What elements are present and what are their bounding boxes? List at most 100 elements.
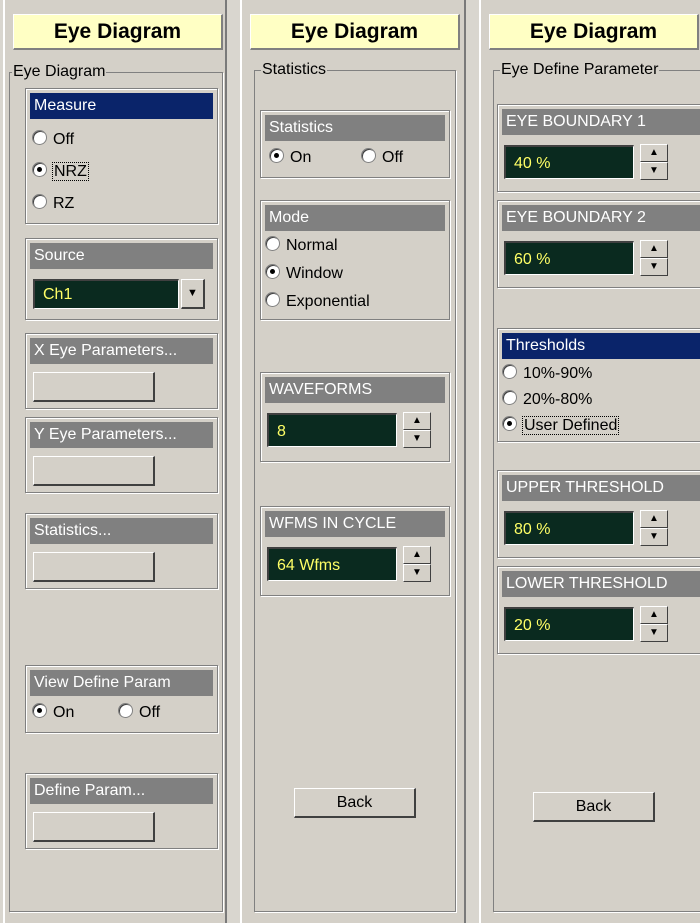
radio-icon [502,390,517,405]
statistics-off-radio[interactable]: Off [361,147,403,169]
radio-icon [361,148,376,163]
spin-up-arrow-icon[interactable]: ▲ [640,510,668,528]
x-eye-parameters-button[interactable] [33,372,155,402]
radio-icon [265,292,280,307]
statistics-nav-header: Statistics... [30,518,213,544]
waveforms-spinner[interactable]: ▲ ▼ [403,412,431,448]
wfms-in-cycle-spinner[interactable]: ▲ ▼ [403,546,431,582]
right-panel: Eye Diagram Eye Define Parameter EYE BOU… [479,0,700,923]
lower-threshold-box: LOWER THRESHOLD 20 % ▲ ▼ [497,566,700,654]
group-legend: Eye Define Parameter [500,61,660,79]
y-eye-parameters-button[interactable] [33,456,155,486]
statistics-box: Statistics On Off [260,110,450,178]
measure-off-radio[interactable]: Off [32,129,74,151]
lower-threshold-input[interactable]: 20 % [504,607,634,641]
define-param-header: Define Param... [30,778,213,804]
spin-down-arrow-icon[interactable]: ▼ [640,258,668,276]
left-panel: Eye Diagram Eye Diagram Measure Off NRZ … [3,0,227,923]
waveforms-input[interactable]: 8 [267,413,397,447]
eye-boundary-1-box: EYE BOUNDARY 1 40 % ▲ ▼ [497,104,700,192]
waveforms-header: WAVEFORMS [265,377,445,403]
eye-boundary-1-spinner[interactable]: ▲ ▼ [640,144,668,180]
group-legend: Eye Diagram [12,63,107,81]
radio-label: Off [53,131,75,148]
back-button[interactable]: Back [533,792,655,822]
lower-threshold-header: LOWER THRESHOLD [502,571,700,597]
threshold-10-90-radio[interactable]: 10%-90% [502,363,592,385]
statistics-button[interactable] [33,552,155,582]
thresholds-box: Thresholds 10%-90% 20%-80% User Defined [497,328,700,442]
radio-icon [32,130,47,145]
upper-threshold-header: UPPER THRESHOLD [502,475,700,501]
measure-nrz-radio[interactable]: NRZ [32,161,89,183]
radio-checked-icon [269,148,284,163]
group-legend: Statistics [261,61,328,79]
define-param-button[interactable] [33,812,155,842]
y-eye-box: Y Eye Parameters... [25,417,218,493]
lower-threshold-spinner[interactable]: ▲ ▼ [640,606,668,642]
radio-label: Normal [286,237,338,254]
radio-label: Window [286,265,343,282]
spin-up-arrow-icon[interactable]: ▲ [403,546,431,564]
radio-checked-icon [502,416,517,431]
eye-boundary-2-input[interactable]: 60 % [504,241,634,275]
x-eye-box: X Eye Parameters... [25,333,218,409]
spin-up-arrow-icon[interactable]: ▲ [640,240,668,258]
radio-label: RZ [53,195,75,212]
spin-up-arrow-icon[interactable]: ▲ [403,412,431,430]
spin-up-arrow-icon[interactable]: ▲ [640,144,668,162]
threshold-20-80-radio[interactable]: 20%-80% [502,389,592,411]
radio-icon [502,364,517,379]
eye-boundary-1-header: EYE BOUNDARY 1 [502,109,700,135]
radio-checked-icon [32,162,47,177]
y-eye-header: Y Eye Parameters... [30,422,213,448]
view-define-off-radio[interactable]: Off [118,702,160,724]
statistics-on-radio[interactable]: On [269,147,311,169]
define-param-box: Define Param... [25,773,218,849]
source-box: Source Ch1 ▼ [25,238,218,320]
waveforms-box: WAVEFORMS 8 ▲ ▼ [260,372,450,462]
radio-icon [118,703,133,718]
mode-window-radio[interactable]: Window [265,263,343,285]
view-define-header: View Define Param [30,670,213,696]
mode-normal-radio[interactable]: Normal [265,235,338,257]
statistics-nav-box: Statistics... [25,513,218,589]
radio-label: On [290,149,312,166]
panel-title: Eye Diagram [489,14,699,50]
radio-checked-icon [32,703,47,718]
mode-box: Mode Normal Window Exponential [260,200,450,320]
statistics-group: Statistics [254,61,456,912]
radio-label: 20%-80% [523,391,593,408]
radio-label: Off [382,149,404,166]
spin-down-arrow-icon[interactable]: ▼ [403,564,431,582]
wfms-in-cycle-input[interactable]: 64 Wfms [267,547,397,581]
view-define-on-radio[interactable]: On [32,702,74,724]
view-define-box: View Define Param On Off [25,665,218,733]
radio-label: On [53,704,75,721]
middle-panel: Eye Diagram Statistics Statistics On Off… [240,0,466,923]
radio-label: NRZ [52,162,89,181]
upper-threshold-input[interactable]: 80 % [504,511,634,545]
spin-down-arrow-icon[interactable]: ▼ [640,528,668,546]
source-header: Source [30,243,213,269]
radio-label: Exponential [286,293,370,310]
spin-down-arrow-icon[interactable]: ▼ [640,162,668,180]
threshold-user-defined-radio[interactable]: User Defined [502,415,620,437]
spin-down-arrow-icon[interactable]: ▼ [640,624,668,642]
spin-up-arrow-icon[interactable]: ▲ [640,606,668,624]
eye-boundary-1-input[interactable]: 40 % [504,145,634,179]
measure-rz-radio[interactable]: RZ [32,193,74,215]
dropdown-arrow-icon[interactable]: ▼ [181,279,205,309]
eye-boundary-2-spinner[interactable]: ▲ ▼ [640,240,668,276]
eye-boundary-2-header: EYE BOUNDARY 2 [502,205,700,231]
spin-down-arrow-icon[interactable]: ▼ [403,430,431,448]
radio-icon [32,194,47,209]
upper-threshold-box: UPPER THRESHOLD 80 % ▲ ▼ [497,470,700,558]
eye-boundary-2-box: EYE BOUNDARY 2 60 % ▲ ▼ [497,200,700,288]
source-select[interactable]: Ch1 [33,279,179,309]
back-button[interactable]: Back [294,788,416,818]
upper-threshold-spinner[interactable]: ▲ ▼ [640,510,668,546]
mode-exponential-radio[interactable]: Exponential [265,291,370,313]
mode-header: Mode [265,205,445,231]
radio-label: Off [139,704,161,721]
